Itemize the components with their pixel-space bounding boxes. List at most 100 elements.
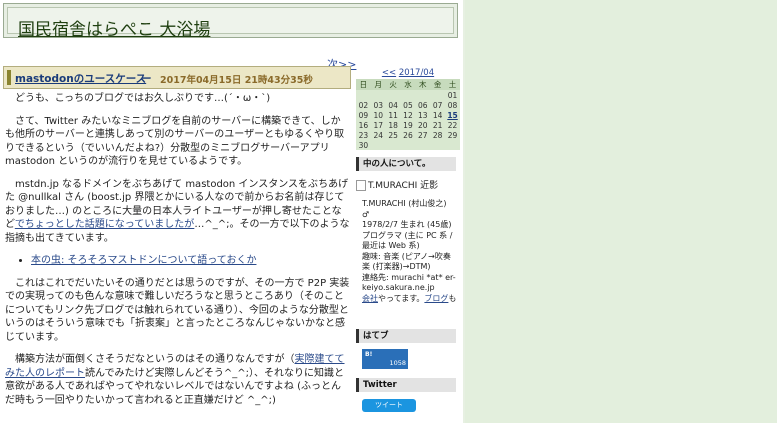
company-link[interactable]: 会社 [362,294,378,303]
entry-paragraph: さて、Twitter みたいなミニブログを自前のサーバーに構築できて、しかも他所… [5,115,345,168]
site-header: 国民宿舎はらぺこ 大浴場 [3,3,458,40]
calendar-day [430,90,446,100]
calendar-day: 13 [415,110,431,120]
entry-date: 2017年04月15日 21時43分35秒 [160,75,313,86]
profile-text: T.MURACHI (村山俊之) ♂ 1978/2/7 生まれ (45歳) プロ… [362,199,458,304]
profile-line: T.MURACHI (村山俊之) [362,199,447,208]
calendar-day: 20 [415,120,431,130]
profile-line: ♂ [362,209,370,219]
right-background [463,0,777,423]
tweet-label: ツイート [375,401,403,409]
calendar-dow: 火 [385,79,401,90]
broken-image-icon [356,180,366,191]
calendar-day: 21 [430,120,446,130]
site-title[interactable]: 国民宿舎はらぺこ 大浴場 [18,15,210,40]
hatebu-heading: はてブ [356,329,456,343]
calendar-day: 08 [445,100,460,110]
entry-paragraph: mstdn.jp なるドメインをぶちあげて mastodon インスタンスをぶち… [5,178,350,246]
calendar-day: 30 [356,140,371,150]
profile-text-fragment: も [448,293,457,303]
calendar-day: 24 [370,130,386,140]
calendar-dow: 木 [415,79,431,90]
calendar-day: 04 [385,100,401,110]
entry-text: 構築方法が面倒くさそうだなというのはその通りなんですが（ [15,354,295,365]
calendar-month-link[interactable]: 2017/04 [399,68,434,78]
entry-header: mastodonのユースケース ー 2017年04月15日 21時43分35秒 [3,66,351,89]
calendar-prev-link[interactable]: << [382,68,396,78]
calendar-day[interactable]: 15 [445,110,460,120]
hatebu-count: 1058 [389,359,406,367]
entry-title[interactable]: mastodonのユースケース [15,71,146,86]
hatebu-counter[interactable]: B! 1058 [362,349,408,369]
calendar-day: 06 [415,100,431,110]
calendar-day [370,140,386,150]
honnomushi-link[interactable]: 本の虫: そろそろマストドンについて語っておくか [31,255,256,266]
calendar-dow: 土 [445,79,460,90]
entry-text: …^_^;。 [194,219,240,230]
calendar-day: 28 [430,130,446,140]
calendar-day [385,140,401,150]
entry-body: どうも、こっちのブログではお久しぶりです…(´・ω・`) さて、Twitter … [5,92,350,416]
about-heading: 中の人について。 [356,157,456,171]
calendar-day: 19 [400,120,416,130]
profile-line: 会社やってます。ブログも [362,294,458,305]
entry-paragraph: どうも、こっちのブログではお久しぶりです…(´・ω・`) [15,93,271,104]
calendar-day [370,90,386,100]
site-header-inner: 国民宿舎はらぺこ 大浴場 [7,7,454,40]
calendar-day [400,140,416,150]
calendar-grid: 日月火水木金土 01 02 03 04 05 06 07 08 09 10 11 12 13 14 15 16 1… [356,79,460,150]
calendar-dow: 月 [370,79,386,90]
calendar-day: 09 [356,110,371,120]
calendar-week: 02 03 04 05 06 07 08 [356,100,460,110]
link-list: 本の虫: そろそろマストドンについて語っておくか [5,254,350,268]
calendar-header: << 2017/04 [356,68,460,79]
blog-link[interactable]: ブログ [424,294,448,303]
calendar-day [385,90,401,100]
calendar-day: 11 [385,110,401,120]
calendar-week: 09 10 11 12 13 14 15 [356,110,460,120]
calendar-day [445,140,460,150]
entry-paragraph: これはこれでだいたいその通りだとは思うのですが、その一方で P2P 実装での実現… [5,277,350,343]
tweet-button[interactable]: ツイート [362,399,416,412]
calendar-day: 12 [400,110,416,120]
calendar-dow: 金 [430,79,446,90]
calendar-week: 01 [356,90,460,100]
calendar: << 2017/04 日月火水木金土 01 02 03 04 05 06 07 08 09 10 11… [356,68,460,152]
profile-line: 1978/2/7 生まれ (45歳) [362,220,452,229]
calendar-day: 25 [385,130,401,140]
twitter-heading: Twitter [356,378,456,392]
entry-paragraph: 構築方法が面倒くさそうだなというのはその通りなんですが（実際建ててみた人のレポー… [5,353,350,407]
calendar-day: 17 [370,120,386,130]
wadai-link[interactable]: でちょっとした話題になっていましたが [15,219,195,230]
calendar-day: 02 [356,100,371,110]
list-item: 本の虫: そろそろマストドンについて語っておくか [31,254,350,268]
calendar-dow-row: 日月火水木金土 [356,79,460,90]
calendar-day [356,90,371,100]
profile-line: プログラマ (主に PC 系 / 最近は Web 系) [362,230,453,251]
entry-title-dash: ー [141,73,152,85]
calendar-day: 16 [356,120,371,130]
calendar-day [400,90,416,100]
calendar-day: 14 [430,110,446,120]
calendar-day: 05 [400,100,416,110]
calendar-day [430,140,446,150]
profile-line: 趣味: 音楽 (ピアノ→吹奏楽 (打楽器)→DTM) [362,251,451,272]
calendar-day: 22 [445,120,460,130]
calendar-day: 18 [385,120,401,130]
profile-image: T.MURACHI 近影 [356,178,438,191]
calendar-day [415,140,431,150]
calendar-day: 23 [356,130,371,140]
calendar-dow: 日 [356,79,371,90]
calendar-day: 26 [400,130,416,140]
calendar-day: 27 [415,130,431,140]
calendar-day: 01 [445,90,460,100]
calendar-week: 30 [356,140,460,150]
calendar-week: 23 24 25 26 27 28 29 [356,130,460,140]
profile-image-alt: T.MURACHI 近影 [368,181,439,191]
profile-line: 連絡先: murachi *at* er-keiyo.sakura.ne.jp [362,272,456,293]
calendar-day [415,90,431,100]
entry-header-bar [7,70,11,85]
profile-text-fragment: やってます。 [378,293,425,303]
calendar-day: 29 [445,130,460,140]
calendar-day: 07 [430,100,446,110]
